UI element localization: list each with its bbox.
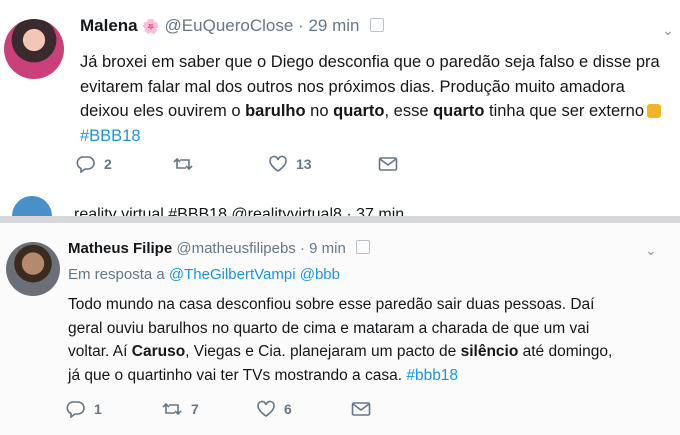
tweet-line: Todo mundo na casa desconfiou sobre esse… (68, 293, 648, 317)
user-handle[interactable]: @matheusfilipebs (176, 240, 295, 257)
tweet-header: Matheus Filipe @matheusfilipebs · 9 min (68, 240, 371, 257)
tweet-actions: 2 13 (76, 155, 474, 173)
timestamp[interactable]: 9 min (309, 240, 346, 257)
chevron-down-icon[interactable]: ⌄ (662, 22, 674, 39)
avatar[interactable] (12, 196, 52, 218)
chevron-down-icon[interactable]: ⌄ (645, 242, 657, 259)
text-span: geral ouviu barulhos no quarto de cima e… (68, 319, 590, 337)
mention-link[interactable]: @bbb (300, 266, 340, 283)
bold-span: Caruso (131, 343, 186, 360)
reply-count: 1 (94, 401, 102, 417)
divider (0, 216, 680, 223)
tweet-line: Já broxei em saber que o Diego desconfia… (80, 50, 676, 75)
reply-icon (76, 156, 95, 173)
timestamp[interactable]: 29 min (308, 16, 359, 35)
text-span: , Viegas e Cia. planejaram um pacto de (185, 343, 461, 360)
badge-icon (356, 240, 371, 254)
reply-count: 2 (104, 156, 112, 172)
envelope-icon (378, 157, 398, 171)
tweet-line: geral ouviu barulhos no quarto de cima e… (68, 317, 648, 341)
separator-dot: · (298, 16, 304, 35)
text-span: , esse (384, 102, 434, 120)
retweet-button[interactable]: 7 (161, 400, 256, 418)
text-span: já que o quartinho vai ter TVs mostrando… (68, 366, 407, 384)
bold-span: quarto (433, 102, 485, 120)
text-span: voltar. Aí (68, 343, 132, 360)
retweet-count: 7 (191, 401, 199, 417)
user-name[interactable]: Malena (80, 16, 138, 35)
reply-icon (66, 401, 85, 418)
text-span: deixou eles ouvirem o (80, 102, 246, 120)
reply-button[interactable]: 2 (76, 155, 172, 173)
retweet-button[interactable] (172, 155, 268, 173)
bold-span: quarto (333, 102, 385, 120)
tweet-line: deixou eles ouvirem o barulho no quarto,… (80, 99, 676, 124)
separator-dot: · (299, 240, 305, 257)
badge-icon (370, 18, 385, 32)
user-handle[interactable]: @EuQueroClose (165, 16, 294, 35)
text-span: tinha que ser externo (484, 102, 645, 120)
text-span: Todo mundo na casa desconfiou sobre esse… (68, 296, 595, 313)
flower-emoji-icon: 🌸 (142, 18, 160, 34)
direct-message-button[interactable] (378, 156, 474, 172)
envelope-icon (351, 402, 371, 416)
like-count: 6 (284, 401, 292, 417)
like-button[interactable]: 13 (268, 155, 378, 173)
tweet-header: Malena 🌸 @EuQueroClose · 29 min (80, 16, 385, 36)
bold-span: barulho (245, 102, 306, 120)
text-span: no (305, 102, 334, 120)
avatar[interactable] (4, 19, 64, 79)
heart-icon (269, 155, 287, 172)
heart-icon (257, 400, 275, 417)
tweet-malena[interactable]: Malena 🌸 @EuQueroClose · 29 min ⌄ Já bro… (0, 0, 680, 188)
user-name[interactable]: Matheus Filipe (68, 240, 172, 257)
bold-span: silêncio (460, 343, 519, 360)
tweet-actions: 1 7 6 (66, 400, 446, 418)
tweet-line: voltar. Aí Caruso, Viegas e Cia. planeja… (68, 340, 648, 364)
mention-link[interactable]: @TheGilbertVampi (169, 266, 296, 283)
text-span: Já broxei em saber que o Diego desconfia… (80, 53, 660, 71)
next-tweet-preview[interactable]: reality virtual #BBB18 @realityvirtual8 … (0, 188, 680, 218)
retweet-icon (173, 157, 193, 171)
tweet-text: Já broxei em saber que o Diego desconfia… (80, 50, 676, 148)
direct-message-button[interactable] (351, 401, 446, 417)
like-count: 13 (296, 156, 312, 172)
hashtag-link[interactable]: #BBB18 (80, 127, 141, 145)
reply-context: Em resposta a @TheGilbertVampi @bbb (68, 266, 340, 283)
hashtag-link[interactable]: #bbb18 (406, 367, 458, 384)
tweet-line: #BBB18 (80, 124, 676, 149)
tweet-text: Todo mundo na casa desconfiou sobre esse… (68, 293, 648, 387)
text-span: até domingo, (518, 343, 613, 360)
tweet-line: já que o quartinho vai ter TVs mostrando… (68, 364, 648, 388)
avatar[interactable] (6, 242, 60, 296)
emoji-icon (647, 104, 662, 118)
reply-prefix: Em resposta a (68, 266, 165, 283)
tweet-line: evitarem falar mal dos outros nos próxim… (80, 75, 676, 100)
reply-button[interactable]: 1 (66, 400, 161, 418)
text-span: evitarem falar mal dos outros nos próxim… (80, 77, 625, 96)
like-button[interactable]: 6 (256, 400, 351, 418)
retweet-icon (162, 402, 182, 416)
